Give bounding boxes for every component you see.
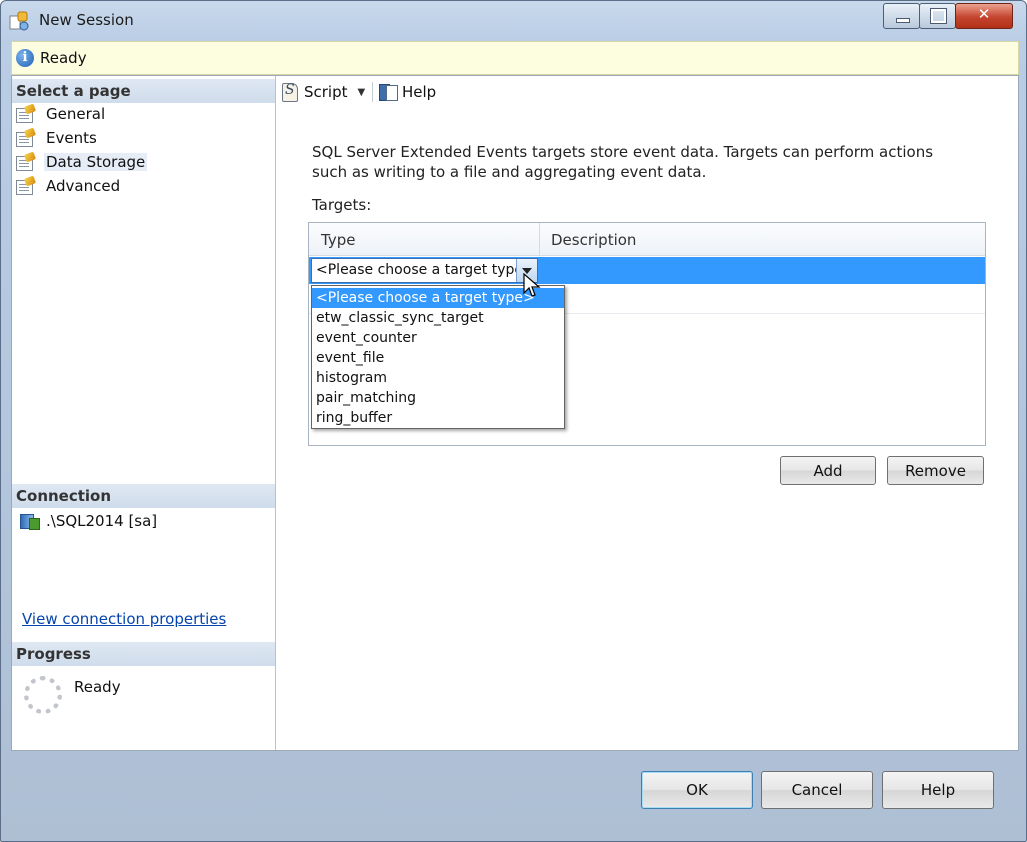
page-item-general[interactable]: General (16, 103, 107, 125)
maximize-icon (930, 8, 947, 24)
grid-header: Type Description (309, 223, 985, 256)
cancel-button[interactable]: Cancel (761, 771, 873, 809)
targets-grid: Type Description <Please choose a target… (308, 222, 986, 446)
connection-header: Connection (12, 484, 275, 508)
target-type-dropdown-list: <Please choose a target type> etw_classi… (311, 285, 565, 429)
right-pane: Script ▼ Help SQL Server Extended Events… (276, 76, 1018, 750)
add-button[interactable]: Add (780, 456, 876, 485)
mouse-cursor-icon (523, 273, 541, 297)
remove-button[interactable]: Remove (887, 456, 984, 485)
page-label-advanced: Advanced (46, 177, 121, 195)
connection-item: .\SQL2014 [sa] (20, 512, 157, 530)
dropdown-option[interactable]: event_file (312, 348, 564, 368)
left-pane: Select a page General Events Data Storag… (12, 76, 276, 750)
page-icon (16, 127, 37, 147)
page-item-events[interactable]: Events (16, 127, 99, 149)
help-book-icon (378, 82, 398, 102)
title-bar: New Session ✕ (1, 1, 1026, 39)
column-header-type[interactable]: Type (321, 231, 355, 249)
connection-value: .\SQL2014 [sa] (46, 512, 158, 530)
page-item-data-storage[interactable]: Data Storage (16, 151, 148, 173)
new-session-window: New Session ✕ i Ready Select a page Gene… (0, 0, 1027, 842)
dropdown-option[interactable]: ring_buffer (312, 408, 564, 428)
toolbar: Script ▼ Help (276, 76, 1018, 108)
targets-label: Targets: (312, 196, 372, 214)
view-connection-properties-link[interactable]: View connection properties (22, 610, 226, 628)
ok-button[interactable]: OK (641, 771, 753, 809)
dropdown-option[interactable]: pair_matching (312, 388, 564, 408)
dropdown-option[interactable]: etw_classic_sync_target (312, 308, 564, 328)
page-label-data-storage: Data Storage (44, 153, 148, 171)
minimize-icon (896, 18, 910, 23)
script-button[interactable]: Script ▼ (280, 82, 365, 102)
page-icon (16, 175, 37, 195)
page-item-advanced[interactable]: Advanced (16, 175, 122, 197)
status-text: Ready (40, 49, 87, 67)
status-bar: i Ready (11, 41, 1019, 75)
server-connection-icon (20, 512, 40, 530)
info-icon: i (16, 49, 34, 67)
toolbar-help-label: Help (402, 83, 437, 101)
column-header-description[interactable]: Description (551, 231, 636, 249)
chevron-down-icon[interactable]: ▼ (358, 87, 366, 98)
page-icon (16, 151, 37, 171)
script-icon (280, 82, 300, 102)
script-label: Script (304, 83, 348, 101)
progress-status: Ready (74, 678, 121, 696)
help-button[interactable]: Help (882, 771, 994, 809)
window-title: New Session (39, 11, 134, 29)
progress-header: Progress (12, 642, 275, 666)
progress-spinner-icon (24, 676, 62, 714)
toolbar-help-button[interactable]: Help (378, 82, 436, 102)
column-divider (539, 223, 540, 255)
select-page-header: Select a page (12, 79, 275, 103)
toolbar-separator (372, 82, 373, 102)
combo-selected-value: <Please choose a target type> (316, 262, 535, 278)
targets-description: SQL Server Extended Events targets store… (312, 143, 934, 181)
dropdown-option[interactable]: event_counter (312, 328, 564, 348)
target-type-combobox[interactable]: <Please choose a target type> (311, 258, 538, 283)
close-icon: ✕ (977, 5, 991, 23)
minimize-button[interactable] (883, 3, 920, 29)
dropdown-option[interactable]: histogram (312, 368, 564, 388)
close-button[interactable]: ✕ (955, 3, 1013, 29)
page-icon (16, 103, 37, 123)
session-wizard-icon (9, 11, 29, 31)
dialog-content: Select a page General Events Data Storag… (11, 75, 1019, 751)
maximize-button[interactable] (919, 3, 956, 29)
page-label-general: General (46, 105, 106, 123)
page-label-events: Events (46, 129, 97, 147)
